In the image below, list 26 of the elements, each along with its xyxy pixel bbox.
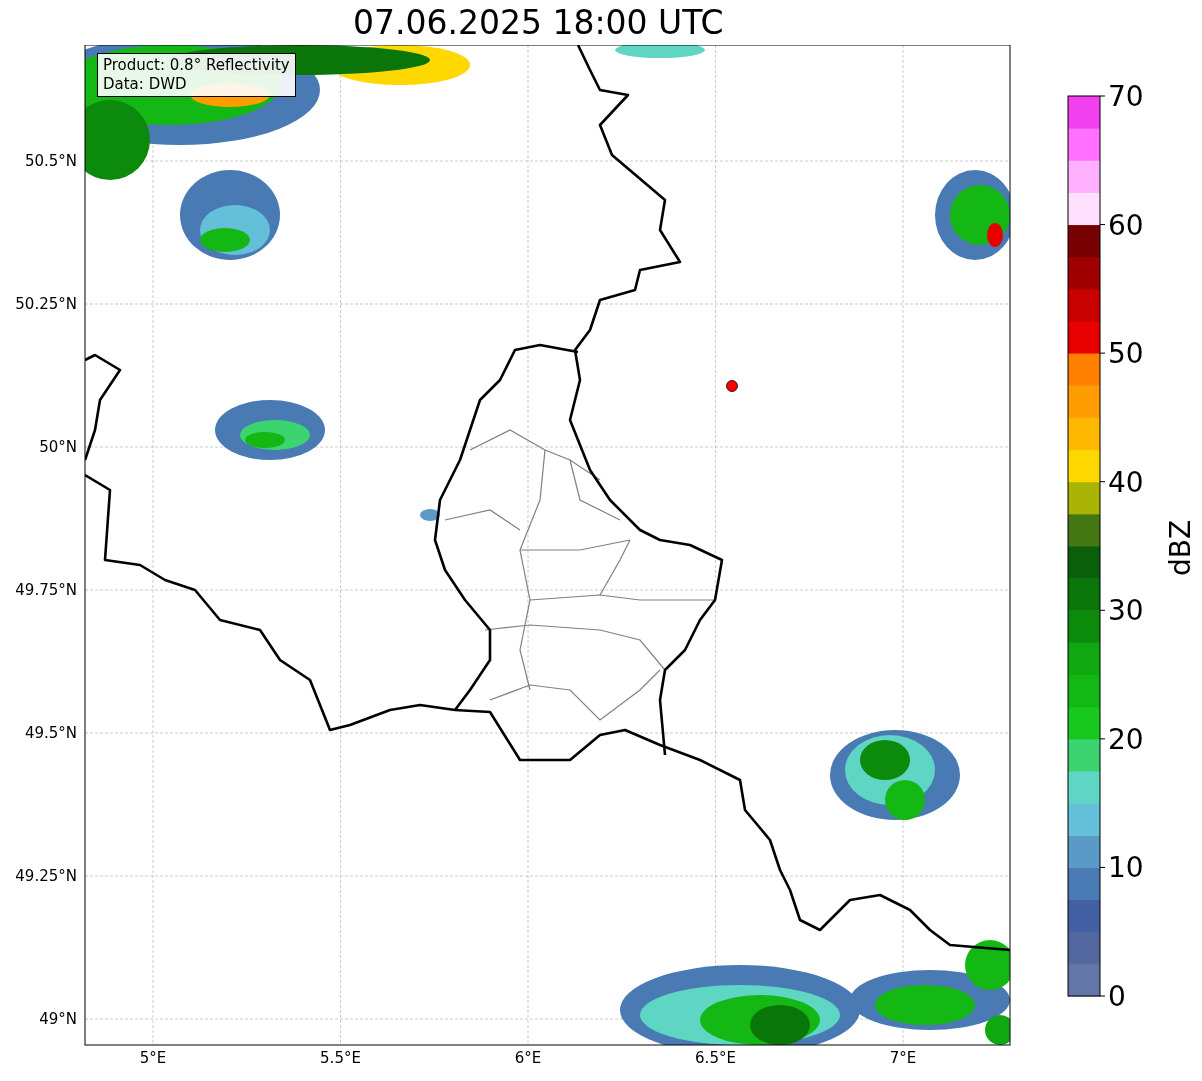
colorbar-tick-label: 30 — [1108, 594, 1144, 628]
chart-title: 07.06.2025 18:00 UTC — [353, 2, 724, 44]
axis-tick-label: 5°E — [139, 1049, 167, 1067]
info-text: Product: 0.8° Reflectivity — [103, 56, 290, 75]
colorbar-tick-label: 60 — [1108, 208, 1144, 242]
colorbar-tick-label: 50 — [1108, 337, 1144, 371]
colorbar-tick-label: 20 — [1108, 722, 1144, 756]
axis-tick-label: 50°N — [39, 438, 77, 456]
axis-tick-label: 6°E — [514, 1049, 542, 1067]
axis-tick-label: 49.75°N — [15, 581, 77, 599]
axis-tick-label: 5.5°E — [320, 1049, 361, 1067]
axis-tick-label: 49.5°N — [24, 724, 77, 742]
axis-tick-label: 49°N — [39, 1010, 77, 1028]
axis-tick-label: 6.5°E — [695, 1049, 736, 1067]
axis-tick-label: 50.25°N — [15, 295, 77, 313]
axis-tick-label: 49.25°N — [15, 867, 77, 885]
colorbar-tick-label: 40 — [1108, 465, 1144, 499]
location-marker — [726, 380, 738, 392]
info-text: Data: DWD — [103, 75, 188, 94]
axis-tick-label: 50.5°N — [24, 152, 77, 170]
axis-tick-label: 7°E — [889, 1049, 917, 1067]
radar-echo-drawing — [420, 509, 440, 521]
colorbar-label: dBZ — [1164, 519, 1197, 577]
colorbar-tick-label: 0 — [1108, 980, 1126, 1013]
colorbar-tick-label: 10 — [1108, 851, 1144, 885]
colorbar-tick-label: 70 — [1108, 80, 1144, 113]
